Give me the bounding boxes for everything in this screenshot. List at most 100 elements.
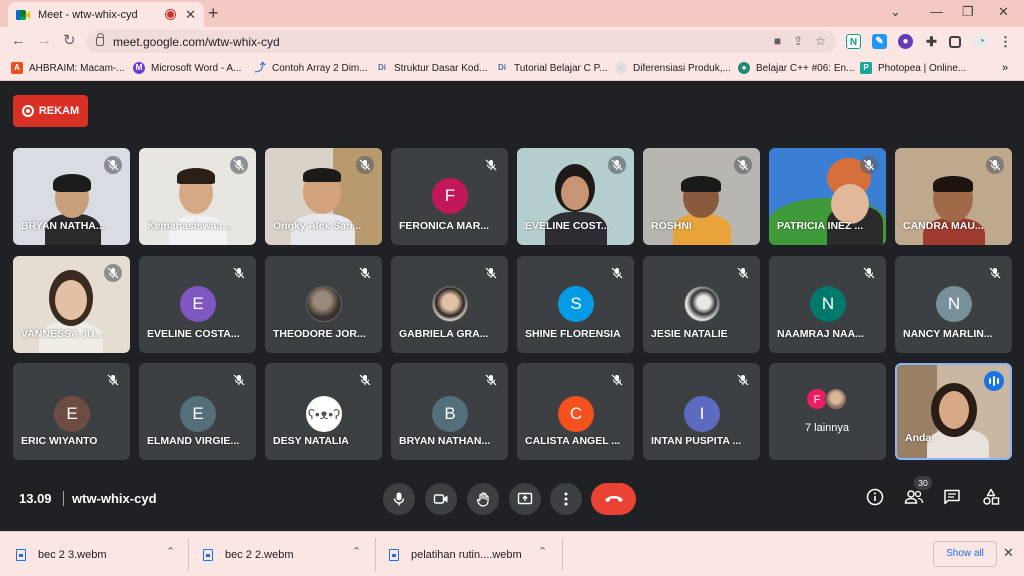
record-button[interactable]: REKAM bbox=[13, 95, 88, 127]
present-screen-button[interactable] bbox=[509, 483, 541, 515]
camera-button[interactable] bbox=[425, 483, 457, 515]
people-button[interactable] bbox=[904, 488, 924, 511]
mic-off-icon bbox=[104, 264, 122, 282]
new-tab-button[interactable]: + bbox=[208, 4, 219, 22]
profile-avatar-icon[interactable]: ◔ bbox=[974, 34, 989, 49]
extension-pen-icon[interactable]: ✎ bbox=[872, 34, 887, 49]
participant-name: CANDRA MAU... bbox=[903, 220, 984, 232]
browser-tab-meet[interactable]: Meet - wtw-whix-cyd ✕ bbox=[8, 2, 204, 27]
camera-permission-icon[interactable]: ■ bbox=[774, 34, 781, 48]
participant-tile[interactable]: E ELMAND VIRGIE... bbox=[139, 363, 256, 460]
hang-up-icon bbox=[605, 496, 623, 502]
participant-tile[interactable]: EVELINE COST... bbox=[517, 148, 634, 245]
chevron-up-icon[interactable]: ⌃ bbox=[166, 545, 175, 558]
close-window-icon[interactable]: ✕ bbox=[998, 4, 1009, 20]
participant-tile[interactable]: B BRYAN NATHAN... bbox=[391, 363, 508, 460]
bookmark-item[interactable]: Di Tutorial Belajar C P... bbox=[496, 62, 607, 74]
video-camera-icon bbox=[433, 494, 448, 504]
participant-avatar: B bbox=[432, 396, 468, 432]
others-photo-avatar bbox=[825, 388, 847, 410]
participant-tile[interactable]: F FERONICA MAR... bbox=[391, 148, 508, 245]
others-tile[interactable]: F 7 lainnya bbox=[769, 363, 886, 460]
participant-avatar: I bbox=[684, 396, 720, 432]
back-arrow-icon[interactable]: ← bbox=[11, 33, 26, 49]
participant-tile[interactable]: S SHINE FLORENSIA bbox=[517, 256, 634, 353]
address-bar[interactable]: meet.google.com/wtw-whix-cyd ■ ⇪ ☆ bbox=[86, 30, 836, 53]
participant-name: EVELINE COST... bbox=[525, 220, 610, 232]
extension-circle-icon[interactable]: ● bbox=[898, 34, 913, 49]
participant-name: FERONICA MAR... bbox=[399, 220, 490, 232]
bookmark-item[interactable]: Di Struktur Dasar Kod... bbox=[376, 62, 487, 74]
participant-tile[interactable]: BRYAN NATHA... bbox=[13, 148, 130, 245]
bookmarks-overflow-button[interactable]: » bbox=[1002, 62, 1008, 74]
extension-n-icon[interactable]: N bbox=[846, 34, 861, 49]
divider bbox=[562, 538, 563, 571]
minimize-icon[interactable]: — bbox=[930, 4, 943, 19]
chat-button[interactable] bbox=[943, 488, 961, 511]
chevron-up-icon[interactable]: ⌃ bbox=[538, 545, 547, 558]
reload-icon[interactable]: ↻ bbox=[63, 33, 76, 49]
participant-tile[interactable]: THEODORE JOR... bbox=[265, 256, 382, 353]
restore-icon[interactable]: ❐ bbox=[962, 4, 974, 20]
participant-tile[interactable]: JESIE NATALIE bbox=[643, 256, 760, 353]
browser-menu-icon[interactable]: ⋮ bbox=[998, 34, 1013, 49]
record-icon bbox=[21, 105, 34, 117]
participant-tile[interactable]: Ongky Alex San... bbox=[265, 148, 382, 245]
forward-arrow-icon[interactable]: → bbox=[37, 33, 52, 49]
participant-photo-avatar: ʕ•ᴥ•ʔ bbox=[306, 396, 342, 432]
microphone-button[interactable] bbox=[383, 483, 415, 515]
raise-hand-button[interactable] bbox=[467, 483, 499, 515]
activities-button[interactable] bbox=[982, 488, 1000, 511]
meeting-info-button[interactable] bbox=[866, 488, 884, 511]
participant-tile[interactable]: CANDRA MAU... bbox=[895, 148, 1012, 245]
participant-avatar: E bbox=[180, 286, 216, 322]
participant-avatar: S bbox=[558, 286, 594, 322]
bookmark-item[interactable]: P Photopea | Online... bbox=[860, 62, 966, 74]
mic-off-icon bbox=[230, 156, 248, 174]
browser-toolbar: ← → ↻ meet.google.com/wtw-whix-cyd ■ ⇪ ☆… bbox=[0, 27, 1024, 57]
participant-name: ERIC WIYANTO bbox=[21, 435, 98, 447]
meeting-code: wtw-whix-cyd bbox=[72, 491, 157, 506]
bookmark-item[interactable]: A AHBRAIM: Macam-... bbox=[11, 62, 125, 74]
side-panel-icon[interactable] bbox=[949, 36, 961, 48]
participant-tile[interactable]: PATRICIA INEZ ... bbox=[769, 148, 886, 245]
bookmark-item[interactable]: ◌ Diferensiasi Produk,... bbox=[615, 62, 731, 74]
mic-off-icon bbox=[734, 371, 752, 389]
participant-photo-avatar bbox=[432, 286, 468, 322]
bookmark-star-icon[interactable]: ☆ bbox=[815, 34, 826, 48]
bookmark-favicon-icon: P bbox=[860, 62, 872, 74]
participant-tile[interactable]: Kemahasiswaa... bbox=[139, 148, 256, 245]
bookmark-item[interactable]: M Microsoft Word - A... bbox=[133, 62, 241, 74]
extensions-puzzle-icon[interactable]: ✚ bbox=[924, 34, 939, 49]
self-tile[interactable]: Anda bbox=[895, 363, 1012, 460]
participant-tile[interactable]: N NAAMRAJ NAA... bbox=[769, 256, 886, 353]
close-shelf-icon[interactable]: ✕ bbox=[1003, 545, 1014, 561]
participant-tile[interactable]: I INTAN PUSPITA ... bbox=[643, 363, 760, 460]
bookmark-item[interactable]: ● Belajar C++ #06: En... bbox=[738, 62, 854, 74]
participant-name: NANCY MARLIN... bbox=[903, 328, 993, 340]
leave-call-button[interactable] bbox=[591, 483, 636, 515]
file-icon bbox=[203, 548, 213, 561]
participant-tile[interactable]: N NANCY MARLIN... bbox=[895, 256, 1012, 353]
participant-tile[interactable]: GABRIELA GRA... bbox=[391, 256, 508, 353]
tab-search-chevron-icon[interactable]: ⌄ bbox=[890, 4, 901, 20]
share-icon[interactable]: ⇪ bbox=[793, 34, 803, 48]
tab-close-icon[interactable]: ✕ bbox=[185, 7, 196, 23]
show-all-downloads-button[interactable]: Show all bbox=[933, 541, 997, 567]
download-item[interactable]: pelatihan rutin....webm bbox=[389, 532, 522, 576]
lock-icon bbox=[96, 33, 104, 46]
bookmark-item[interactable]: ⤴ Contoh Array 2 Dim... bbox=[254, 62, 368, 74]
participant-tile[interactable]: E EVELINE COSTA... bbox=[139, 256, 256, 353]
more-options-button[interactable] bbox=[550, 483, 582, 515]
download-item[interactable]: bec 2 2.webm bbox=[203, 532, 293, 576]
bookmark-favicon-icon: ◌ bbox=[615, 62, 627, 74]
participant-tile[interactable]: ʕ•ᴥ•ʔ DESY NATALIA bbox=[265, 363, 382, 460]
file-icon bbox=[389, 548, 399, 561]
meet-favicon-icon bbox=[16, 9, 30, 21]
chevron-up-icon[interactable]: ⌃ bbox=[352, 545, 361, 558]
participant-tile[interactable]: ROSHNI bbox=[643, 148, 760, 245]
participant-tile[interactable]: VANNESSA JU... bbox=[13, 256, 130, 353]
download-item[interactable]: bec 2 3.webm bbox=[16, 532, 106, 576]
participant-tile[interactable]: E ERIC WIYANTO bbox=[13, 363, 130, 460]
participant-tile[interactable]: C CALISTA ANGEL ... bbox=[517, 363, 634, 460]
